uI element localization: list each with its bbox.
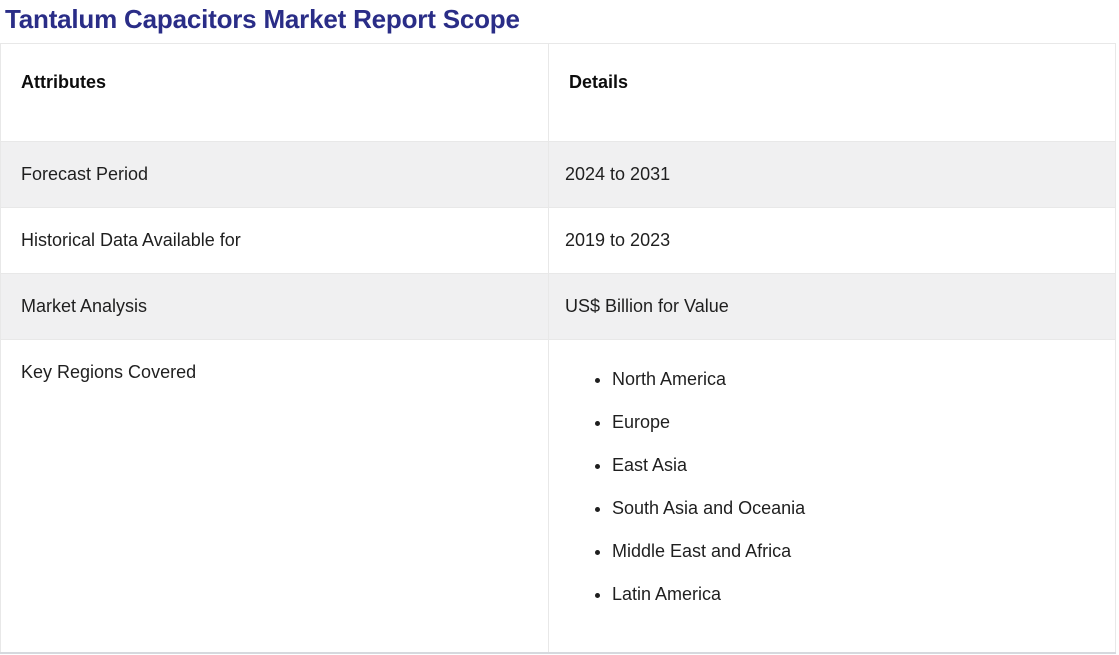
region-item: East Asia bbox=[612, 453, 1099, 477]
page-title: Tantalum Capacitors Market Report Scope bbox=[5, 4, 520, 34]
table-row-market-analysis: Market Analysis US$ Billion for Value bbox=[0, 273, 1116, 340]
details-column-header: Details bbox=[548, 43, 1116, 142]
table-header-row: Attributes Details bbox=[0, 43, 1116, 142]
table-row-forecast-period: Forecast Period 2024 to 2031 bbox=[0, 141, 1116, 208]
regions-list: North America Europe East Asia South Asi… bbox=[565, 367, 1099, 606]
detail-cell: US$ Billion for Value bbox=[548, 273, 1116, 340]
table-row-historical-data: Historical Data Available for 2019 to 20… bbox=[0, 207, 1116, 274]
detail-cell: 2019 to 2023 bbox=[548, 207, 1116, 274]
region-item: North America bbox=[612, 367, 1099, 391]
report-scope-table: Attributes Details Forecast Period 2024 … bbox=[0, 43, 1116, 654]
attribute-cell: Market Analysis bbox=[0, 273, 549, 340]
region-item: Latin America bbox=[612, 582, 1099, 606]
attributes-column-header: Attributes bbox=[0, 43, 549, 142]
attribute-cell: Historical Data Available for bbox=[0, 207, 549, 274]
attribute-cell: Forecast Period bbox=[0, 141, 549, 208]
region-item: Middle East and Africa bbox=[612, 539, 1099, 563]
attribute-cell: Key Regions Covered bbox=[0, 339, 549, 653]
table-row-key-regions: Key Regions Covered North America Europe… bbox=[0, 339, 1116, 653]
detail-cell: 2024 to 2031 bbox=[548, 141, 1116, 208]
detail-cell: North America Europe East Asia South Asi… bbox=[548, 339, 1116, 653]
region-item: South Asia and Oceania bbox=[612, 496, 1099, 520]
report-scope-page: Tantalum Capacitors Market Report Scope … bbox=[0, 0, 1119, 655]
region-item: Europe bbox=[612, 410, 1099, 434]
